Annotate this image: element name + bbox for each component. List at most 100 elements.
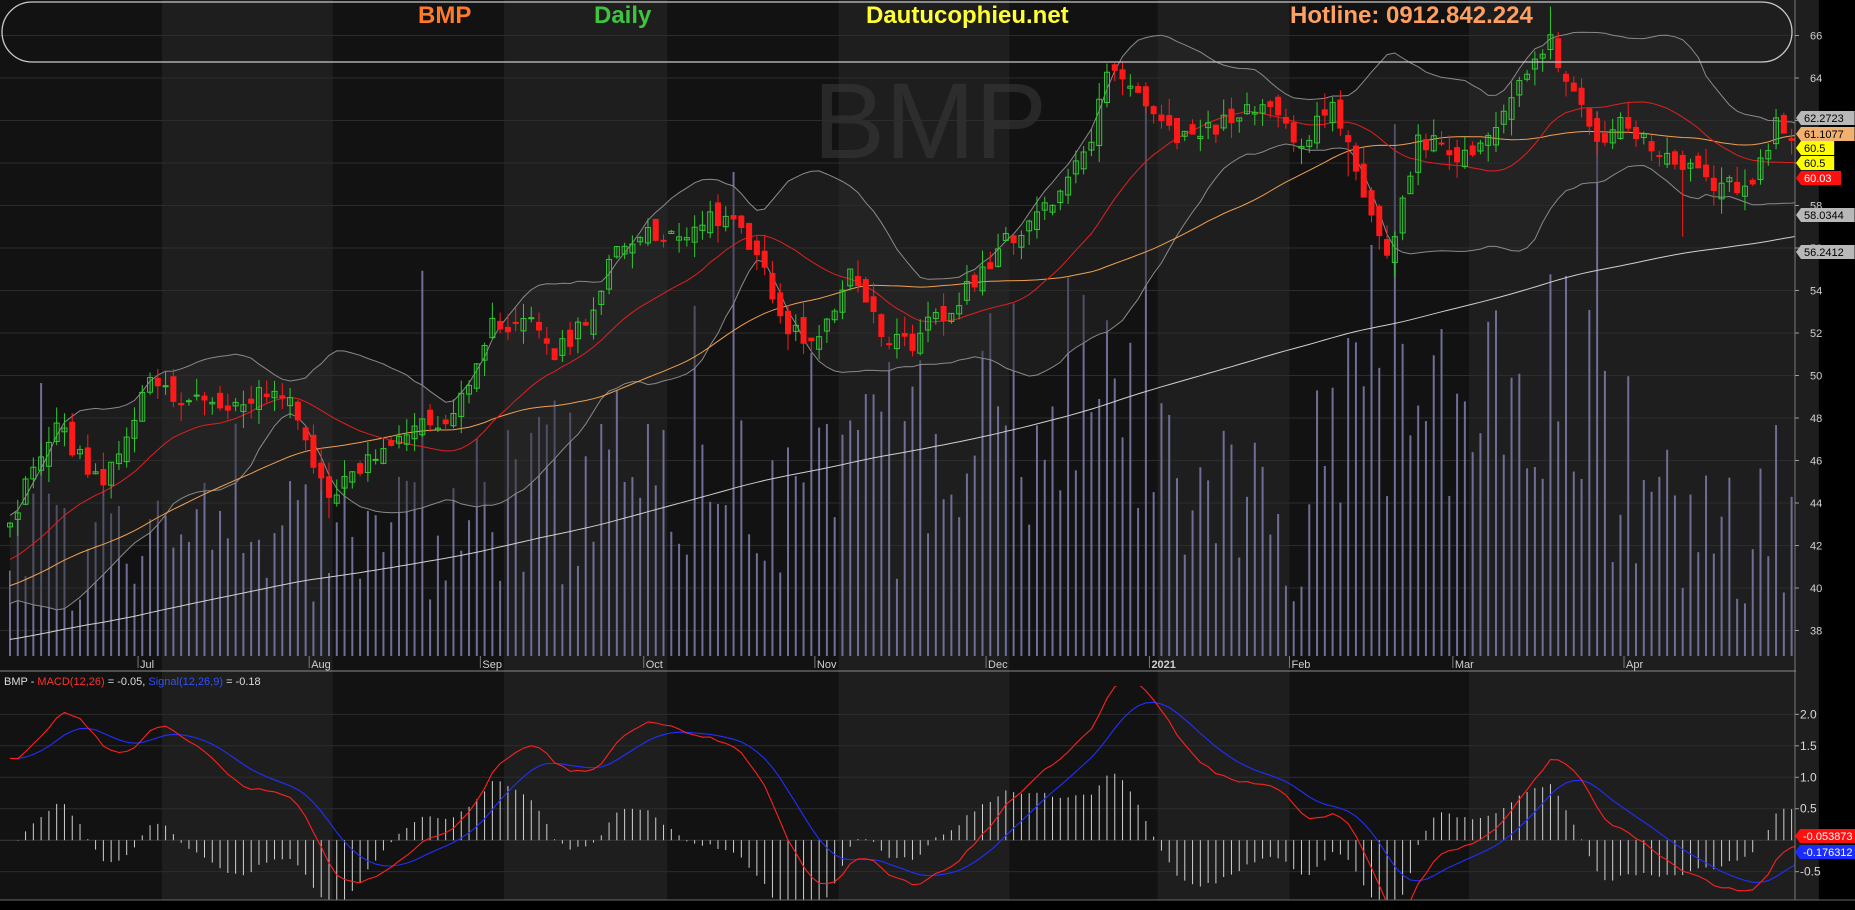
volume-bar [1043, 459, 1046, 656]
volume-bar [561, 584, 564, 656]
volume-bar [1541, 478, 1544, 656]
volume-bar [1611, 562, 1614, 656]
candle-down [427, 409, 434, 426]
price-tick-label: 44 [1810, 498, 1822, 510]
volume-bar [1440, 329, 1443, 656]
volume-bar [755, 553, 758, 656]
volume-bar [724, 505, 727, 656]
volume-bar [1471, 452, 1474, 656]
candle-down [855, 276, 862, 286]
candle-down [1788, 138, 1795, 141]
candle-down [738, 215, 745, 228]
candle-down [746, 222, 753, 250]
volume-bar [460, 550, 463, 656]
candle-down [279, 395, 286, 399]
candle-down [1368, 190, 1375, 216]
candle-down [761, 250, 768, 268]
volume-bar [1222, 430, 1225, 656]
volume-bar [491, 532, 494, 656]
x-tick-label: Aug [311, 659, 331, 671]
volume-bar [1199, 467, 1202, 656]
volume-bar [1253, 442, 1256, 656]
candle-down [512, 321, 519, 324]
candle-down [714, 202, 721, 227]
volume-bar [1331, 387, 1334, 656]
volume-bar [1183, 554, 1186, 656]
candle-down [1111, 64, 1118, 71]
volume-bar [1059, 490, 1062, 656]
volume-bar [1549, 274, 1552, 656]
volume-bar [1362, 386, 1365, 656]
x-tick-label: Dec [988, 659, 1008, 671]
volume-bar [1354, 342, 1357, 656]
volume-bar [973, 455, 976, 656]
volume-bar [1028, 524, 1031, 656]
candle-down [551, 348, 558, 361]
price-tick-label: 66 [1810, 31, 1822, 43]
volume-bar [1642, 479, 1645, 656]
volume-bar [499, 580, 502, 656]
price-tick-label: 38 [1810, 626, 1822, 638]
volume-bar [958, 517, 961, 656]
volume-bar [1176, 478, 1178, 656]
volume-bar [180, 534, 183, 656]
volume-bar [273, 533, 276, 656]
candle-down [1119, 69, 1126, 80]
volume-bar [919, 360, 922, 656]
candle-down [170, 376, 177, 402]
value-badge-label: 58.0344 [1804, 210, 1844, 222]
candle-down [325, 476, 332, 498]
volume-bar [1565, 275, 1567, 656]
candle-down [940, 305, 947, 322]
volume-bar [1533, 467, 1536, 656]
volume-bar [779, 572, 782, 656]
volume-bar [1339, 502, 1342, 656]
candle-down [777, 292, 784, 317]
candle-down [1578, 87, 1585, 105]
candle-down [1352, 145, 1359, 172]
candle-down [69, 421, 76, 456]
volume-bar [678, 543, 681, 656]
volume-bar [1448, 495, 1451, 656]
volume-bar [1246, 496, 1249, 656]
candle-down [543, 338, 550, 344]
volume-bar [841, 434, 844, 656]
volume-bar [1432, 355, 1435, 656]
macd-tick-label: 0.5 [1800, 802, 1817, 816]
volume-bar [187, 541, 190, 656]
volume-bar [149, 519, 152, 656]
value-badge-label: -0.176312 [1803, 847, 1853, 859]
volume-bar [382, 552, 385, 656]
candle-up [162, 385, 169, 388]
volume-bar [934, 433, 937, 656]
volume-bar [1098, 398, 1101, 656]
candle-down [310, 434, 317, 468]
volume-bar [1386, 496, 1389, 656]
volume-bar [1456, 393, 1459, 656]
volume-bar [1152, 492, 1155, 656]
candle-down [1555, 38, 1562, 69]
volume-bar [685, 554, 688, 656]
volume-bar [584, 456, 587, 656]
volume-bar [1370, 244, 1373, 656]
volume-bar [576, 565, 579, 656]
volume-bar [1113, 378, 1116, 656]
candle-down [886, 343, 893, 346]
candle-down [84, 447, 91, 475]
volume-bar [981, 350, 984, 656]
volume-bar [662, 429, 665, 656]
volume-bar [1502, 454, 1505, 656]
volume-bar [366, 510, 369, 656]
candle-down [1469, 145, 1476, 156]
volume-bar [1082, 294, 1085, 656]
volume-bar [1121, 437, 1124, 656]
candle-up [528, 317, 535, 320]
volume-bar [1409, 435, 1412, 656]
volume-bar [965, 473, 968, 656]
volume-bar [1697, 552, 1700, 656]
volume-bar [592, 541, 595, 656]
x-tick-label: 2021 [1151, 659, 1175, 671]
volume-bar [1378, 367, 1381, 656]
volume-bar [141, 555, 144, 656]
volume-bar [1020, 477, 1023, 656]
